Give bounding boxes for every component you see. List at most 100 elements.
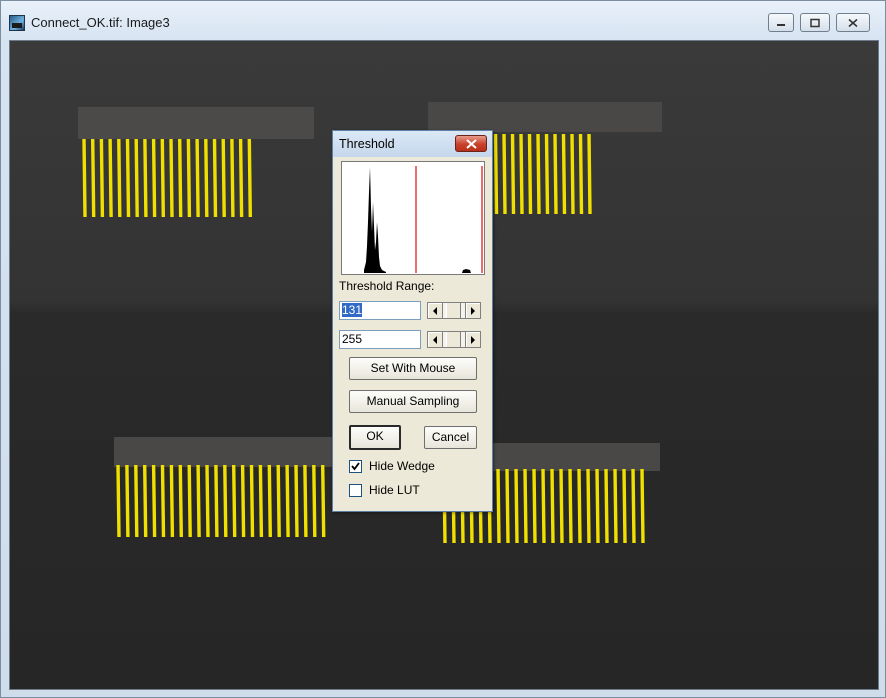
pin bbox=[125, 138, 131, 218]
pin bbox=[195, 138, 200, 218]
minimize-icon bbox=[777, 23, 785, 26]
pin bbox=[221, 138, 226, 218]
min-slider[interactable] bbox=[443, 302, 465, 319]
maximize-icon bbox=[810, 18, 820, 27]
pin bbox=[186, 138, 192, 218]
pin bbox=[294, 464, 299, 538]
pin bbox=[204, 138, 209, 218]
min-slider-thumb[interactable] bbox=[446, 303, 461, 318]
pin bbox=[82, 138, 87, 218]
pin bbox=[178, 464, 183, 538]
window-title: Connect_OK.tif: Image3 bbox=[31, 15, 170, 30]
arrow-left-icon bbox=[433, 307, 437, 315]
pin bbox=[205, 464, 210, 538]
pin bbox=[640, 468, 645, 544]
dialog-close-button[interactable] bbox=[455, 135, 487, 152]
pin bbox=[232, 464, 237, 538]
pin bbox=[258, 464, 264, 538]
max-slider[interactable] bbox=[443, 331, 465, 348]
pin bbox=[553, 133, 558, 215]
pin bbox=[267, 464, 272, 538]
pin bbox=[151, 138, 157, 218]
max-decrease-button[interactable] bbox=[427, 331, 443, 348]
pin bbox=[249, 464, 255, 538]
max-increase-button[interactable] bbox=[465, 331, 481, 348]
cancel-button[interactable]: Cancel bbox=[424, 426, 477, 449]
close-button[interactable] bbox=[836, 13, 870, 32]
pin bbox=[578, 133, 584, 215]
pin bbox=[134, 138, 139, 218]
hide-wedge-checkbox[interactable] bbox=[349, 460, 362, 473]
pin bbox=[604, 468, 609, 544]
pin bbox=[622, 468, 627, 544]
arrow-right-icon bbox=[471, 336, 475, 344]
max-threshold-input[interactable]: 255 bbox=[339, 330, 421, 349]
pin bbox=[595, 468, 600, 544]
pin bbox=[178, 138, 183, 218]
pin bbox=[510, 133, 516, 215]
min-increase-button[interactable] bbox=[465, 302, 481, 319]
pin bbox=[519, 133, 524, 215]
pin bbox=[541, 468, 546, 544]
pin bbox=[160, 138, 165, 218]
dialog-title: Threshold bbox=[339, 137, 395, 151]
pin bbox=[223, 464, 228, 538]
pin bbox=[587, 133, 592, 215]
pin bbox=[505, 468, 510, 544]
pin bbox=[285, 464, 290, 538]
histogram[interactable] bbox=[341, 161, 485, 275]
histogram-plot bbox=[364, 166, 483, 273]
pin bbox=[160, 464, 166, 538]
min-decrease-button[interactable] bbox=[427, 302, 443, 319]
pin bbox=[321, 464, 326, 538]
pin bbox=[496, 468, 501, 544]
pin bbox=[196, 464, 201, 538]
pin bbox=[187, 464, 192, 538]
pin bbox=[586, 468, 591, 544]
pin bbox=[99, 138, 105, 218]
pin bbox=[125, 464, 130, 538]
window-titlebar[interactable]: Connect_OK.tif: Image3 bbox=[1, 1, 885, 41]
max-slider-thumb[interactable] bbox=[446, 332, 461, 347]
arrow-left-icon bbox=[433, 336, 437, 344]
set-with-mouse-button[interactable]: Set With Mouse bbox=[349, 357, 477, 380]
pin bbox=[143, 464, 148, 538]
dialog-titlebar[interactable]: Threshold bbox=[333, 131, 492, 157]
hide-wedge-label: Hide Wedge bbox=[369, 459, 435, 473]
pin bbox=[527, 133, 533, 215]
pin bbox=[514, 468, 519, 544]
pin bbox=[613, 468, 618, 544]
pin bbox=[561, 133, 567, 215]
pin bbox=[91, 138, 96, 218]
pin bbox=[502, 133, 507, 215]
app-icon bbox=[9, 15, 25, 31]
pin bbox=[570, 133, 575, 215]
close-icon bbox=[848, 18, 858, 27]
hide-lut-label: Hide LUT bbox=[369, 483, 420, 497]
pin bbox=[312, 464, 317, 538]
ok-button[interactable]: OK bbox=[349, 425, 401, 450]
pin bbox=[631, 468, 636, 544]
pin bbox=[493, 133, 499, 215]
pin bbox=[214, 464, 219, 538]
pin bbox=[134, 464, 139, 538]
pin bbox=[532, 468, 537, 544]
maximize-button[interactable] bbox=[800, 13, 830, 32]
checkmark-icon bbox=[351, 462, 360, 471]
close-icon bbox=[466, 139, 477, 149]
arrow-right-icon bbox=[471, 307, 475, 315]
pin bbox=[151, 464, 157, 538]
pin bbox=[544, 133, 550, 215]
pin bbox=[247, 138, 252, 218]
hide-lut-checkbox[interactable] bbox=[349, 484, 362, 497]
pin bbox=[240, 464, 246, 538]
manual-sampling-button[interactable]: Manual Sampling bbox=[349, 390, 477, 413]
pin bbox=[523, 468, 528, 544]
threshold-dialog: Threshold Threshold Range: 131 255 Set W… bbox=[332, 130, 493, 512]
pin bbox=[230, 138, 235, 218]
pin bbox=[303, 464, 308, 538]
pin bbox=[212, 138, 218, 218]
min-threshold-input[interactable]: 131 bbox=[339, 301, 421, 320]
pin bbox=[169, 464, 175, 538]
minimize-button[interactable] bbox=[768, 13, 794, 32]
